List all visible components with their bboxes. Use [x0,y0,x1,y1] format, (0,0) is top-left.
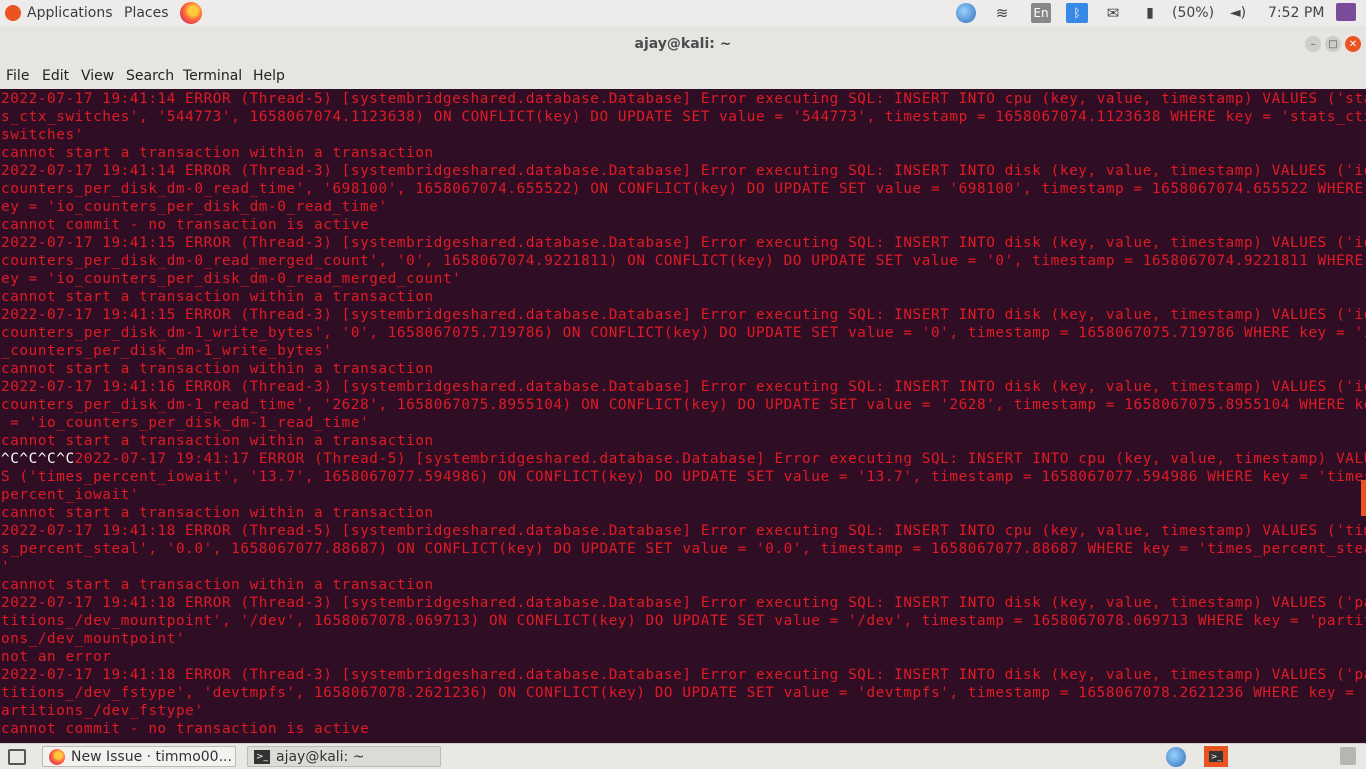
firefox-launcher-icon[interactable] [180,2,202,24]
applications-menu[interactable]: Applications [27,0,113,26]
bluetooth-icon[interactable]: ᛒ [1066,3,1088,23]
menu-terminal[interactable]: Terminal [183,68,242,84]
minimize-button[interactable]: – [1305,36,1321,52]
terminal-line: 2022-07-17 19:41:18 ERROR (Thread-3) [sy… [1,595,1366,611]
menu-view[interactable]: View [81,68,114,84]
terminal-line: counters_per_disk_dm-0_read_merged_count… [1,253,1366,269]
terminal-line: titions_/dev_mountpoint', '/dev', 165806… [1,613,1366,629]
terminal-line: cannot start a transaction within a tran… [1,145,434,161]
tray-terminal-icon[interactable]: >_ [1204,746,1228,767]
terminal-line: counters_per_disk_dm-1_write_bytes', '0'… [1,325,1366,341]
taskbar-firefox-label: New Issue · timmo00... [71,748,232,765]
terminal-line: s_ctx_switches', '544773', 1658067074.11… [1,109,1366,125]
terminal-icon: >_ [254,749,270,764]
places-menu[interactable]: Places [124,0,169,26]
window-titlebar[interactable]: ajay@kali: ~ – □ ✕ [0,26,1366,64]
terminal-line: 2022-07-17 19:41:14 ERROR (Thread-5) [sy… [1,91,1366,107]
terminal-line: counters_per_disk_dm-0_read_time', '6981… [1,181,1366,197]
show-desktop-icon[interactable] [8,749,26,765]
terminal-line: titions_/dev_fstype', 'devtmpfs', 165806… [1,685,1366,701]
terminal-line: percent_iowait' [1,487,140,503]
terminal-line: 2022-07-17 19:41:17 ERROR (Thread-5) [sy… [74,451,1366,467]
clock[interactable]: 7:52 PM [1268,3,1324,23]
terminal-line: ey = 'io_counters_per_disk_dm-0_read_tim… [1,199,388,215]
terminal-line: ey = 'io_counters_per_disk_dm-0_read_mer… [1,271,462,287]
terminal-line: 2022-07-17 19:41:18 ERROR (Thread-5) [sy… [1,523,1366,539]
terminal-line: cannot start a transaction within a tran… [1,433,434,449]
trash-icon[interactable] [1340,747,1356,765]
terminal-line: = 'io_counters_per_disk_dm-1_read_time' [1,415,370,431]
terminal-line: cannot commit - no transaction is active [1,721,370,737]
volume-icon[interactable]: ◄) [1230,3,1246,23]
terminal-text: 2022-07-17 19:41:14 ERROR (Thread-5) [sy… [1,90,1366,738]
terminal-line: 2022-07-17 19:41:16 ERROR (Thread-3) [sy… [1,379,1366,395]
terminal-line: cannot start a transaction within a tran… [1,361,434,377]
menu-bar: File Edit View Search Terminal Help [0,64,1366,89]
terminal-line: ' [1,559,11,575]
terminal-line: cannot start a transaction within a tran… [1,577,434,593]
taskbar-terminal-window[interactable]: >_ ajay@kali: ~ [247,746,441,767]
taskbar-terminal-label: ajay@kali: ~ [276,748,365,765]
bottom-taskbar: New Issue · timmo00... >_ ajay@kali: ~ >… [0,743,1366,769]
top-panel: Applications Places ≋ En ᛒ ✉ ▮ (50%) ◄) … [0,0,1366,26]
terminal-line: cannot commit - no transaction is active [1,217,370,233]
tray-globe-icon[interactable] [1166,747,1186,767]
terminal-line: 2022-07-17 19:41:18 ERROR (Thread-3) [sy… [1,667,1366,683]
terminal-line: switches' [1,127,84,143]
terminal-line: 2022-07-17 19:41:14 ERROR (Thread-3) [sy… [1,163,1366,179]
terminal-line: cannot start a transaction within a tran… [1,505,434,521]
menu-help[interactable]: Help [253,68,285,84]
terminal-line: S ('times_percent_iowait', '13.7', 16580… [1,469,1366,485]
menu-file[interactable]: File [6,68,29,84]
terminal-scrollbar[interactable] [1361,480,1366,516]
maximize-button[interactable]: □ [1325,36,1341,52]
terminal-line: not an error [1,649,112,665]
power-menu-icon[interactable] [1336,3,1356,21]
ctrl-c-echo: ^C^C^C^C [1,451,75,467]
mail-icon[interactable]: ✉ [1103,3,1123,23]
menu-edit[interactable]: Edit [42,68,69,84]
terminal-line: cannot start a transaction within a tran… [1,289,434,305]
terminal-line: 2022-07-17 19:41:15 ERROR (Thread-3) [sy… [1,235,1366,251]
terminal-line: _counters_per_disk_dm-1_write_bytes' [1,343,333,359]
close-button[interactable]: ✕ [1345,36,1361,52]
taskbar-firefox-window[interactable]: New Issue · timmo00... [42,746,236,767]
terminal-line: artitions_/dev_fstype' [1,703,204,719]
menu-search[interactable]: Search [126,68,174,84]
terminal-line: ons_/dev_mountpoint' [1,631,186,647]
window-title: ajay@kali: ~ [634,36,732,52]
terminal-line: s_percent_steal', '0.0', 1658067077.8868… [1,541,1366,557]
keyboard-layout-indicator[interactable]: En [1031,3,1051,23]
ubuntu-logo-icon[interactable] [5,5,21,21]
terminal-output[interactable]: 2022-07-17 19:41:14 ERROR (Thread-5) [sy… [0,89,1366,743]
battery-percentage[interactable]: (50%) [1172,3,1214,23]
terminal-line: counters_per_disk_dm-1_read_time', '2628… [1,397,1366,413]
terminal-line: 2022-07-17 19:41:15 ERROR (Thread-3) [sy… [1,307,1366,323]
firefox-icon [49,748,65,765]
network-globe-icon[interactable] [956,3,976,23]
wifi-icon[interactable]: ≋ [992,3,1012,23]
battery-icon[interactable]: ▮ [1143,3,1157,23]
